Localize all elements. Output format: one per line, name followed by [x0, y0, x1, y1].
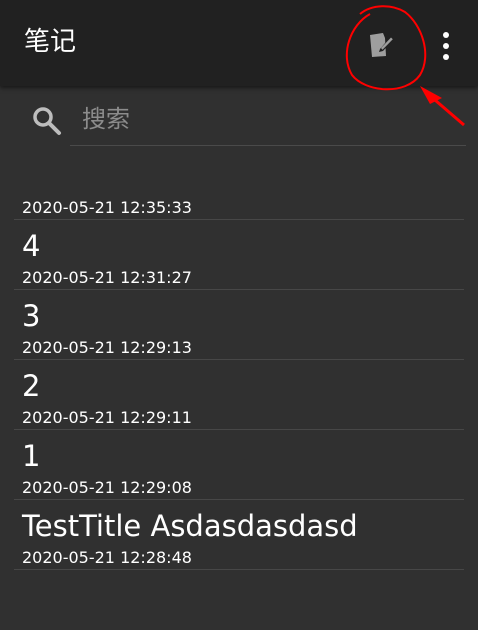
- note-date: 2020-05-21 12:28:48: [22, 548, 192, 567]
- note-item[interactable]: 1 2020-05-21 12:29:08: [14, 430, 464, 500]
- note-date: 2020-05-21 12:35:33: [22, 198, 192, 217]
- note-item[interactable]: 4 2020-05-21 12:31:27: [14, 220, 464, 290]
- note-date: 2020-05-21 12:29:13: [22, 338, 192, 357]
- new-note-button[interactable]: [356, 22, 408, 70]
- search-bar: [26, 92, 470, 148]
- note-date: 2020-05-21 12:29:08: [22, 478, 192, 497]
- search-icon: [33, 107, 61, 135]
- note-item[interactable]: 2 2020-05-21 12:29:11: [14, 360, 464, 430]
- note-title: 2: [22, 369, 41, 403]
- note-title: 4: [22, 229, 41, 263]
- note-date: 2020-05-21 12:29:11: [22, 408, 192, 427]
- note-item[interactable]: TestTitle Asdasdasdasd 2020-05-21 12:28:…: [14, 500, 464, 570]
- more-vert-icon: [443, 32, 449, 38]
- compose-icon: [370, 33, 394, 57]
- note-title: 3: [22, 299, 41, 333]
- more-options-button[interactable]: [430, 26, 462, 66]
- app-bar: 笔记: [0, 0, 478, 86]
- page-title: 笔记: [24, 27, 77, 57]
- note-title: 1: [22, 439, 41, 473]
- note-title: TestTitle Asdasdasdasd: [22, 509, 358, 543]
- note-list: 2020-05-21 12:35:33 4 2020-05-21 12:31:2…: [14, 150, 464, 570]
- note-date: 2020-05-21 12:31:27: [22, 268, 192, 287]
- search-input[interactable]: [70, 92, 466, 146]
- note-item[interactable]: 3 2020-05-21 12:29:13: [14, 290, 464, 360]
- note-item[interactable]: 2020-05-21 12:35:33: [14, 150, 464, 220]
